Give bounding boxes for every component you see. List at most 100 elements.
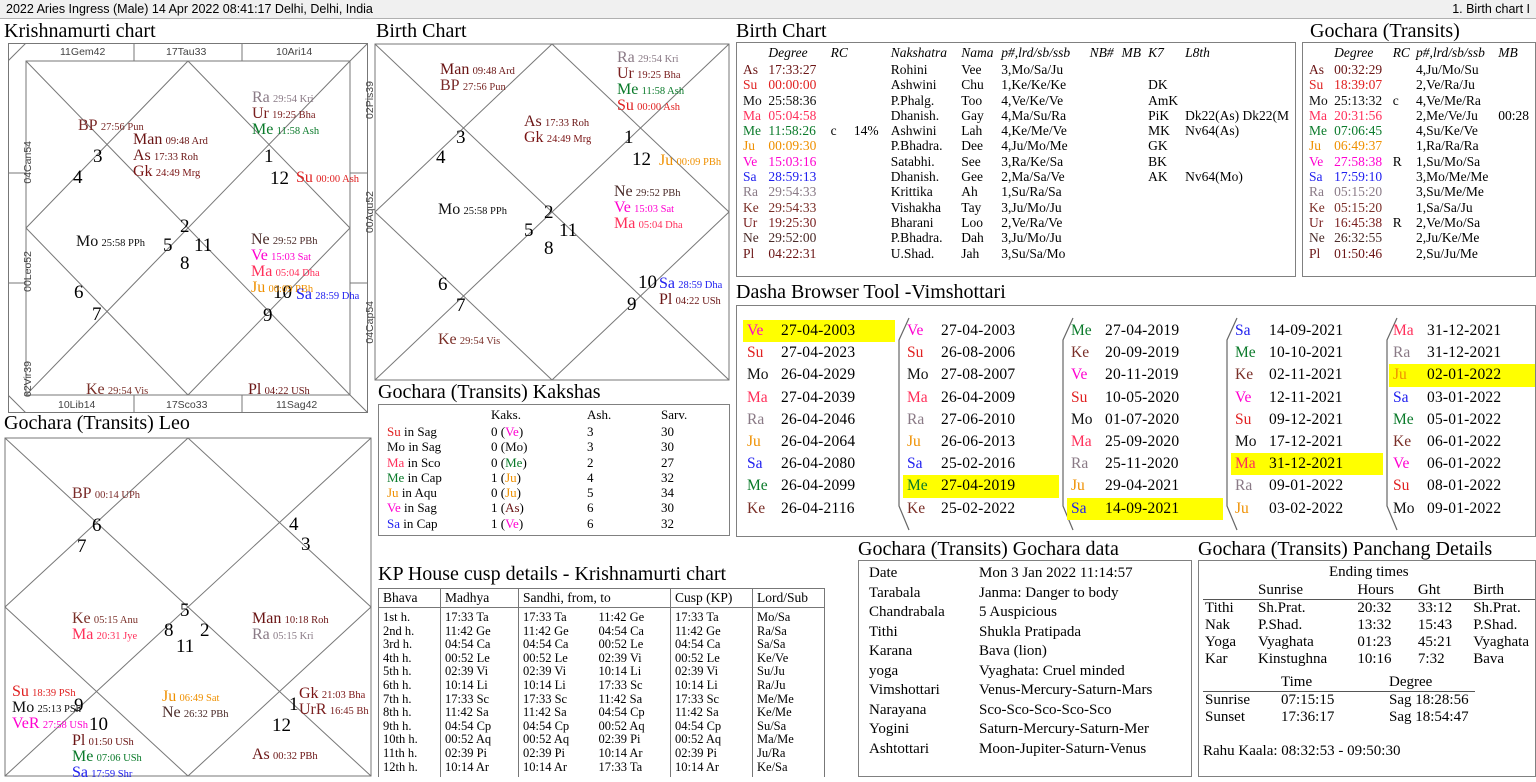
dasha-row[interactable]: Ke 20-09-2019 [1067, 342, 1223, 364]
planet-group-house-1[interactable]: Gk 21:03 Bha UrR 16:45 Bh [299, 686, 369, 719]
table-row[interactable]: Su 18:39:07 2,Ve/Ra/Ju [1309, 77, 1535, 92]
table-row[interactable]: 1st h. 17:33 Ta 17:33 Ta 11:42 Ge 17:33 Ta Mo… [378, 607, 825, 625]
dasha-row[interactable]: Ke 26-04-2116 [743, 498, 895, 520]
dasha-row[interactable]: Ju 02-01-2022 [1389, 364, 1535, 387]
table-row[interactable]: 3rd h. 04:54 Ca 04:54 Ca 00:52 Le 04:54 Ca Sa… [378, 638, 825, 652]
planet-group-house-7[interactable]: Ke 29:54 Vis [86, 382, 148, 399]
planet-group-house-1[interactable]: Ra 29:54 Kri Ur 19:25 Bha Me 11:58 Ash Su 0… [617, 50, 684, 115]
dasha-row[interactable]: Me 27-04-2019 [903, 475, 1059, 498]
planet-group-house-7[interactable]: Ke 29:54 Vis [438, 332, 500, 349]
table-row[interactable]: Ne 26:32:55 2,Ju/Ke/Me [1309, 230, 1535, 245]
table-row[interactable]: Mo 25:58:36 P.Phalg. Too 4,Ve/Ke/Ve AmK [743, 93, 1295, 108]
dasha-column[interactable]: Ma 31-12-2021 Ra 31-12-2021 Ju 02-01-2022 Sa 03… [1389, 320, 1535, 520]
dasha-row[interactable]: Ra 27-06-2010 [903, 409, 1059, 431]
planet-group-house-9[interactable]: Su 18:39 PSh Mo 25:13 PSh VeR 27:58 USh [12, 684, 88, 733]
dasha-row[interactable]: Mo 17-12-2021 [1231, 431, 1383, 453]
planet-group-house-6[interactable]: BP 00:14 UPh [72, 486, 140, 503]
dasha-row[interactable]: Ma 26-04-2009 [903, 387, 1059, 409]
table-row[interactable]: 4th h. 00:52 Le 00:52 Le 02:39 Vi 00:52 Le Ke… [378, 651, 825, 666]
table-row[interactable]: Ma 05:04:58 Dhanish. Gay 4,Ma/Su/Ra PiK Dk22(A… [743, 108, 1295, 123]
table-row[interactable]: As 00:32:29 4,Ju/Mo/Su [1309, 62, 1535, 77]
planet-group-house-12[interactable]: Ju 00:09 PBh [659, 153, 721, 170]
dasha-row[interactable]: Ra 25-11-2020 [1067, 453, 1223, 475]
planet-group-house-2[interactable]: Man 10:18 Roh Ra 05:15 Kri [252, 611, 329, 644]
planet-group-house-3[interactable]: Man 09:48 Ard BP 27:56 Pun [440, 62, 515, 95]
dasha-row[interactable]: Su 09-12-2021 [1231, 409, 1383, 431]
table-row[interactable]: Me in Cap 1 (Ju) 4 32 [387, 470, 693, 485]
table-row[interactable]: As 17:33:27 Rohini Vee 3,Mo/Sa/Ju [743, 62, 1295, 77]
table-row[interactable]: 5th h. 02:39 Vi 02:39 Vi 10:14 Li 02:39 Vi Su… [378, 665, 825, 679]
dasha-row[interactable]: Ve 06-01-2022 [1389, 453, 1535, 475]
table-row[interactable]: Su 00:00:00 Ashwini Chu 1,Ke/Ke/Ke DK [743, 77, 1295, 92]
dasha-row[interactable]: Me 05-01-2022 [1389, 409, 1535, 431]
dasha-row[interactable]: Ra 09-01-2022 [1231, 475, 1383, 497]
dasha-row[interactable]: Su 27-04-2023 [743, 342, 895, 364]
dasha-row[interactable]: Ve 27-04-2003 [903, 320, 1059, 342]
table-row[interactable]: Su in Sag 0 (Ve) 3 30 [387, 424, 693, 439]
planet-group-house-8[interactable]: Ke 05:15 Anu Ma 20:31 Jye [72, 611, 138, 644]
dasha-column[interactable]: Me 27-04-2019 Ke 20-09-2019 Ve 20-11-2019 Su 10… [1067, 320, 1223, 520]
table-row[interactable]: Ur 16:45:38 R 2,Ve/Mo/Sa [1309, 215, 1535, 230]
gochara-leo-chart[interactable]: 4 3 6 7 5 8 2 11 9 10 1 12 BP 00:14 UPh … [4, 437, 372, 781]
dasha-row[interactable]: Ve 12-11-2021 [1231, 387, 1383, 409]
table-row[interactable]: Sa 17:59:10 3,Mo/Me/Me [1309, 169, 1535, 184]
dasha-row[interactable]: Su 26-08-2006 [903, 342, 1059, 364]
table-row[interactable]: 2nd h. 11:42 Ge 11:42 Ge 04:54 Ca 11:42 Ge Ra… [378, 624, 825, 639]
table-row[interactable]: Ma 20:31:56 2,Me/Ve/Ju 00:28 [1309, 108, 1535, 123]
dasha-row[interactable]: Sa 14-09-2021 [1231, 320, 1383, 342]
dasha-row[interactable]: Ma 25-09-2020 [1067, 431, 1223, 453]
table-row[interactable]: Ke 05:15:20 1,Sa/Sa/Ju [1309, 200, 1535, 215]
table-row[interactable]: Me 07:06:45 4,Su/Ke/Ve [1309, 123, 1535, 138]
dasha-row[interactable]: Ve 27-04-2003 [743, 320, 895, 343]
planet-group-house-2[interactable]: As 17:33 Roh Gk 24:49 Mrg [524, 114, 591, 147]
dasha-column[interactable]: Ve 27-04-2003 Su 27-04-2023 Mo 26-04-2029 Ma 27… [743, 320, 895, 520]
dasha-row[interactable]: Ju 26-06-2013 [903, 431, 1059, 453]
dasha-row[interactable]: Sa 26-04-2080 [743, 453, 895, 475]
table-row[interactable]: Sa 28:59:13 Dhanish. Gee 2,Ma/Sa/Ve AK Nv64(Mo… [743, 169, 1295, 184]
table-row[interactable]: Me 11:58:26 c 14% Ashwini Lah 4,Ke/Me/Ve MK Nv64… [743, 123, 1295, 138]
dasha-column[interactable]: Sa 14-09-2021 Me 10-10-2021 Ke 02-11-2021 Ve 12… [1231, 320, 1383, 520]
dasha-browser-panel[interactable]: Ve 27-04-2003 Su 27-04-2023 Mo 26-04-2029 Ma 27… [736, 305, 1536, 537]
table-row[interactable]: Ma in Sco 0 (Me) 2 27 [387, 455, 693, 470]
table-row[interactable]: Ve 27:58:38 R 1,Su/Mo/Sa [1309, 154, 1535, 169]
table-row[interactable]: Ra 29:54:33 Krittika Ah 1,Su/Ra/Sa [743, 184, 1295, 199]
table-row[interactable]: Ju 06:49:37 1,Ra/Ra/Ra [1309, 138, 1535, 153]
planet-group-house-10[interactable]: Sa 28:59 Dha [296, 287, 359, 304]
dasha-row[interactable]: Ju 03-02-2022 [1231, 498, 1383, 520]
dasha-row[interactable]: Mo 09-01-2022 [1389, 498, 1535, 520]
planet-group-house-11[interactable]: Ne 29:52 PBh Ve 15:03 Sat Ma 05:04 Dha [614, 184, 683, 233]
dasha-row[interactable]: Ju 29-04-2021 [1067, 475, 1223, 497]
krishnamurti-chart[interactable]: 11Gem42 17Tau33 10Ari14 10Lib14 17Sco33 … [8, 43, 376, 413]
dasha-row[interactable]: Ke 02-11-2021 [1231, 364, 1383, 386]
dasha-row[interactable]: Mo 27-08-2007 [903, 364, 1059, 386]
table-row[interactable]: Ur 19:25:30 Bharani Loo 2,Ve/Ra/Ve [743, 215, 1295, 230]
dasha-row[interactable]: Mo 26-04-2029 [743, 364, 895, 386]
dasha-row[interactable]: Me 26-04-2099 [743, 475, 895, 497]
planet-group-house-9[interactable]: Pl 04:22 USh [248, 382, 310, 399]
dasha-row[interactable]: Su 10-05-2020 [1067, 387, 1223, 409]
table-row[interactable]: 6th h. 10:14 Li 10:14 Li 17:33 Sc 10:14 Li Ra… [378, 678, 825, 693]
dasha-row[interactable]: Ra 31-12-2021 [1389, 342, 1535, 364]
planet-group-house-5[interactable]: Mo 25:58 PPh [76, 234, 145, 251]
dasha-row[interactable]: Ra 26-04-2046 [743, 409, 895, 431]
table-row[interactable]: 7th h. 17:33 Sc 17:33 Sc 11:42 Sa 17:33 Sc Me… [378, 692, 825, 707]
dasha-row[interactable]: Ke 25-02-2022 [903, 498, 1059, 520]
table-row[interactable]: Mo 25:13:32 c 4,Ve/Me/Ra [1309, 93, 1535, 108]
table-row[interactable]: Ju in Aqu 0 (Ju) 5 34 [387, 485, 693, 500]
dasha-row[interactable]: Me 10-10-2021 [1231, 342, 1383, 364]
table-row[interactable]: 11th h. 02:39 Pi 02:39 Pi 10:14 Ar 02:39 Pi J… [378, 746, 825, 761]
dasha-row[interactable]: Sa 25-02-2016 [903, 453, 1059, 475]
table-row[interactable]: 8th h. 11:42 Sa 11:42 Sa 04:54 Cp 11:42 Sa Ke… [378, 706, 825, 720]
table-row[interactable]: Ke 29:54:33 Vishakha Tay 3,Ju/Mo/Ju [743, 200, 1295, 215]
table-row[interactable]: Ju 00:09:30 P.Bhadra. Dee 4,Ju/Mo/Me GK [743, 138, 1295, 153]
dasha-row[interactable]: Su 08-01-2022 [1389, 475, 1535, 497]
table-row[interactable]: Sa in Cap 1 (Ve) 6 32 [387, 516, 693, 531]
planet-group-house-11[interactable]: Ju 06:49 Sat Ne 26:32 PBh [162, 689, 229, 722]
table-row[interactable]: 12th h. 10:14 Ar 10:14 Ar 17:33 Ta 10:14 Ar K… [378, 760, 825, 777]
birth-chart-diagram[interactable]: 1 2 3 4 5 6 7 8 9 10 11 12 Ra 29:54 Kri U… [374, 43, 730, 381]
planet-group-house-2[interactable]: Man 09:48 Ard As 17:33 Roh Gk 24:49 Mrg [133, 132, 208, 181]
planet-group-house-5[interactable]: Mo 25:58 PPh [438, 202, 507, 219]
dasha-row[interactable]: Ju 26-04-2064 [743, 431, 895, 453]
dasha-row[interactable]: Me 27-04-2019 [1067, 320, 1223, 342]
table-row[interactable]: Pl 01:50:46 2,Su/Ju/Me [1309, 246, 1535, 261]
